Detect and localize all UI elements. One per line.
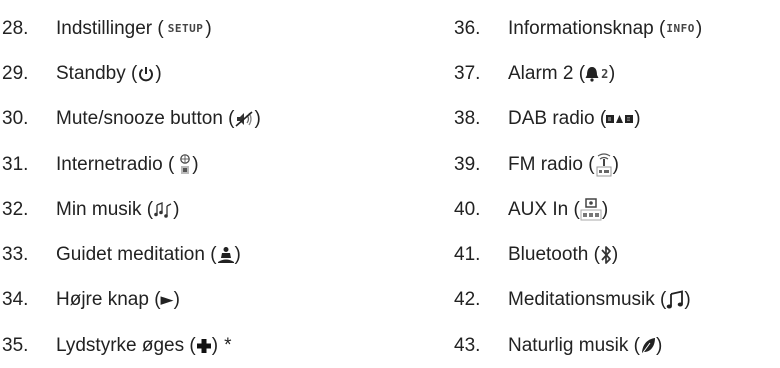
item-number: 32.	[2, 198, 29, 220]
item-number: 43.	[454, 334, 481, 356]
footnote-asterisk: *	[224, 334, 232, 356]
list-item: 39. FM radio ( )	[454, 142, 702, 187]
item-close: )	[608, 62, 616, 84]
left-column: 28. Indstillinger ( SETUP ) 29. Standby …	[2, 6, 261, 368]
item-label: Højre knap (	[56, 289, 161, 311]
item-close: )	[655, 334, 663, 356]
meditation-figure-icon	[217, 246, 235, 264]
fm-radio-icon	[595, 152, 613, 177]
list-item: 33. Guidet meditation ( )	[2, 232, 261, 277]
item-number: 41.	[454, 244, 481, 266]
item-label: Naturlig musik (	[508, 334, 640, 356]
item-label: AUX In (	[508, 198, 580, 220]
right-column: 36. Informationsknap ( INFO ) 37. Alarm …	[454, 6, 702, 368]
item-close: )	[634, 108, 641, 130]
item-label: Meditationsmusik (	[508, 289, 667, 311]
list-item: 38. DAB radio ( )	[454, 97, 702, 142]
list-item: 37. Alarm 2 ( 2 )	[454, 51, 702, 96]
item-number: 31.	[2, 153, 29, 175]
list-item: 30. Mute/snooze button ( )	[2, 97, 261, 142]
aux-in-icon	[580, 198, 602, 222]
dab-icon	[606, 113, 634, 125]
item-number: 29.	[2, 62, 29, 84]
item-close: )	[611, 244, 619, 266]
leaf-icon	[640, 337, 656, 355]
internet-radio-icon	[178, 153, 192, 176]
item-label: Alarm 2 (	[508, 62, 586, 84]
item-label: Standby (	[56, 62, 138, 84]
list-item: 43. Naturlig musik ( )	[454, 323, 702, 368]
item-label: Indstillinger (	[56, 17, 164, 39]
manual-page: 28. Indstillinger ( SETUP ) 29. Standby …	[0, 0, 780, 364]
item-close: )	[601, 198, 609, 220]
item-number: 28.	[2, 17, 29, 39]
item-number: 35.	[2, 334, 29, 356]
alarm-bell-icon	[585, 66, 599, 82]
item-label: Informationsknap (	[508, 17, 666, 39]
item-close: )	[211, 334, 219, 356]
list-item: 29. Standby ( )	[2, 51, 261, 96]
item-close: )	[234, 244, 241, 266]
mute-speaker-icon	[234, 110, 255, 128]
item-number: 36.	[454, 17, 481, 39]
item-number: 38.	[454, 108, 481, 130]
item-label: Internetradio (	[56, 153, 175, 175]
power-icon	[137, 65, 155, 83]
list-item: 41. Bluetooth ( )	[454, 232, 702, 277]
item-label: DAB radio (	[508, 108, 607, 130]
item-label: Guidet meditation (	[56, 244, 217, 266]
item-close: )	[684, 289, 691, 311]
item-number: 39.	[454, 153, 481, 175]
music-note-icon	[666, 290, 684, 310]
list-item: 34. Højre knap ( ► )	[2, 278, 261, 323]
item-label: Bluetooth (	[508, 244, 600, 266]
info-text-icon: INFO	[666, 22, 695, 36]
list-item: 42. Meditationsmusik ( )	[454, 278, 702, 323]
item-close: )	[254, 108, 261, 130]
list-item: 36. Informationsknap ( INFO )	[454, 6, 702, 51]
item-label: Mute/snooze button (	[56, 108, 235, 130]
item-number: 42.	[454, 289, 481, 311]
list-item: 35. Lydstyrke øges ( ) *	[2, 323, 261, 368]
item-close: )	[205, 17, 212, 39]
item-number: 33.	[2, 244, 29, 266]
item-close: )	[155, 62, 162, 84]
item-label: Min musik (	[56, 198, 154, 220]
item-label: Lydstyrke øges (	[56, 334, 196, 356]
list-item: 40. AUX In ( )	[454, 187, 702, 232]
item-number: 30.	[2, 108, 29, 130]
item-number: 40.	[454, 198, 481, 220]
list-item: 31. Internetradio ( )	[2, 142, 261, 187]
item-number: 37.	[454, 62, 481, 84]
plus-icon	[196, 338, 212, 354]
item-close: )	[695, 17, 703, 39]
setup-text-icon: SETUP	[167, 22, 204, 36]
music-notes-icon	[153, 201, 173, 219]
item-close: )	[192, 153, 199, 175]
alarm-number: 2	[601, 66, 609, 81]
list-item: 28. Indstillinger ( SETUP )	[2, 6, 261, 51]
item-number: 34.	[2, 289, 29, 311]
bluetooth-icon	[600, 245, 612, 265]
right-arrow-icon: ►	[160, 290, 174, 311]
item-close: )	[173, 289, 180, 311]
list-item: 32. Min musik ( )	[2, 187, 261, 232]
item-label: FM radio (	[508, 153, 595, 175]
item-close: )	[612, 153, 619, 175]
item-close: )	[173, 198, 180, 220]
